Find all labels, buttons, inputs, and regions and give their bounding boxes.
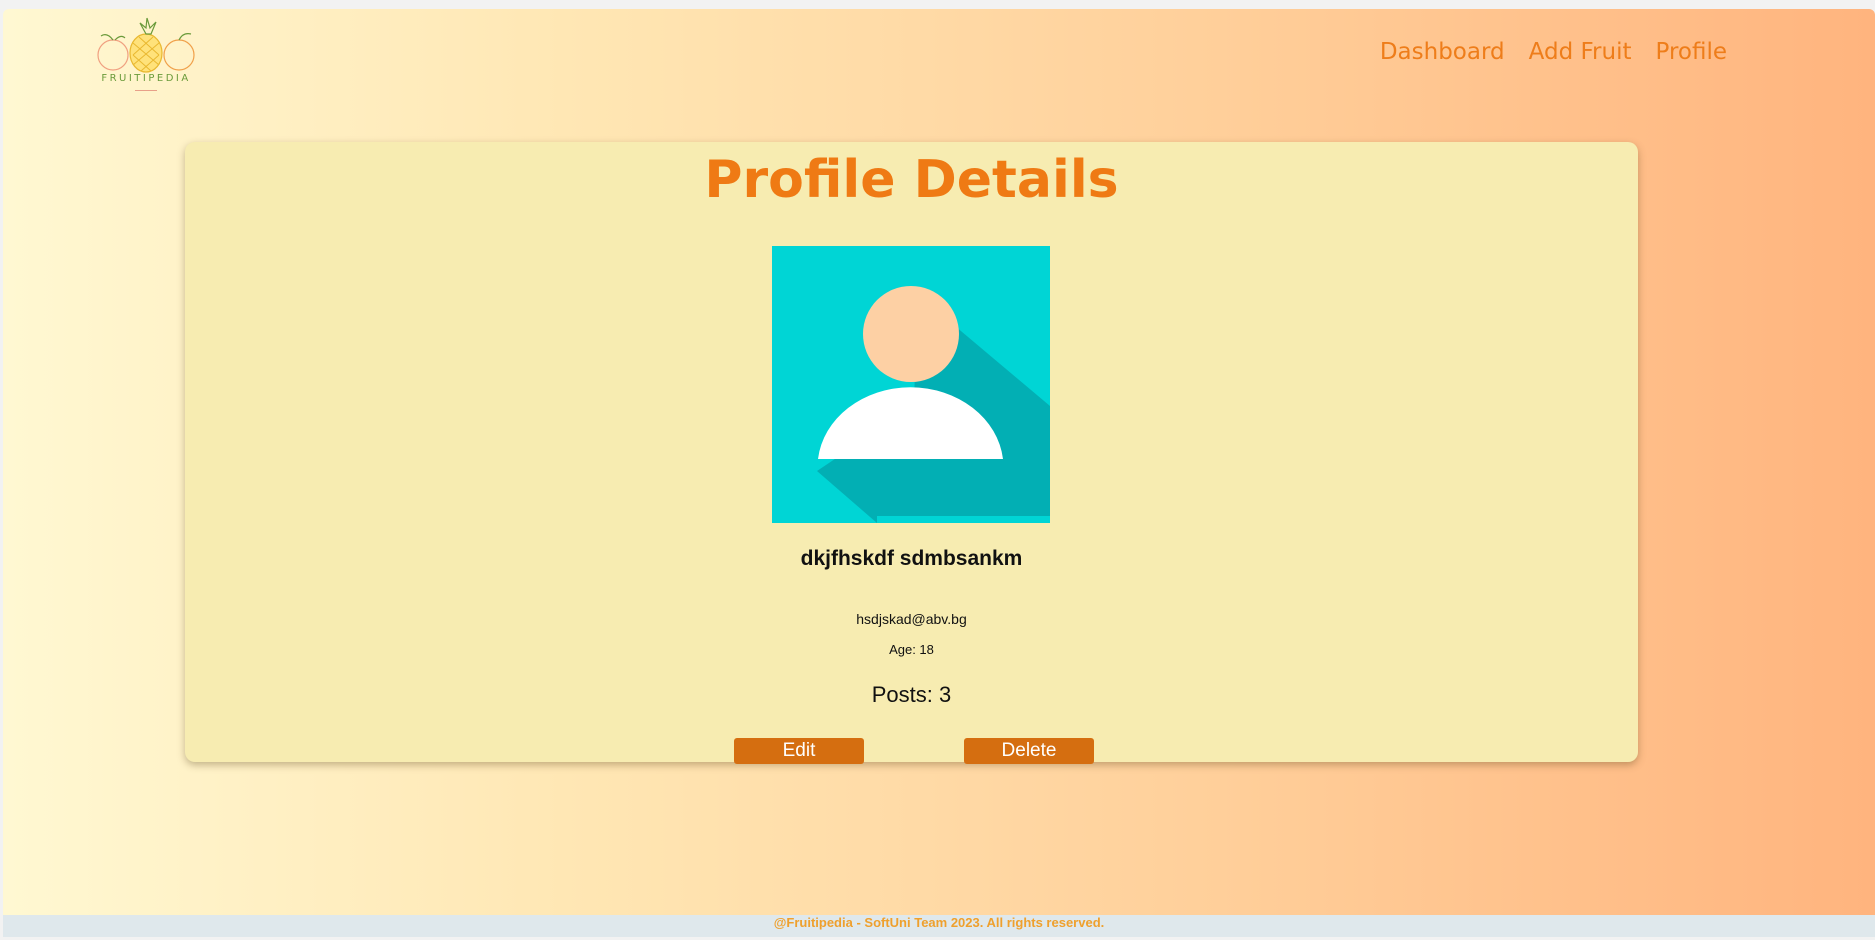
avatar [772,246,1050,523]
delete-button[interactable]: Delete [964,738,1094,764]
logo-underline [135,90,157,91]
profile-email: hsdjskad@abv.bg [856,611,967,627]
nav-add-fruit-link[interactable]: Add Fruit [1529,39,1632,65]
edit-button[interactable]: Edit [734,738,864,764]
profile-card: Profile Details dkjfhskdf sdmbsankm hsdj… [185,142,1638,764]
profile-posts-count: Posts: 3 [871,682,952,707]
fruit-logo-icon [97,17,195,73]
nav-dashboard-link[interactable]: Dashboard [1380,39,1505,65]
main-nav: Dashboard Add Fruit Profile [1380,39,1727,65]
user-avatar-icon [772,246,1050,523]
profile-age: Age: 18 [889,642,934,657]
logo-text: FRUITIPEDIA [101,73,191,84]
fruitipedia-logo[interactable]: FRUITIPEDIA [91,15,201,97]
copyright-text: @Fruitipedia - SoftUni Team 2023. All ri… [773,915,1105,930]
footer: @Fruitipedia - SoftUni Team 2023. All ri… [3,915,1875,937]
nav-profile-link[interactable]: Profile [1655,39,1727,65]
profile-name: dkjfhskdf sdmbsankm [800,547,1023,570]
page: FRUITIPEDIA Dashboard Add Fruit Profile … [3,9,1875,937]
page-title: Profile Details [704,150,1119,210]
